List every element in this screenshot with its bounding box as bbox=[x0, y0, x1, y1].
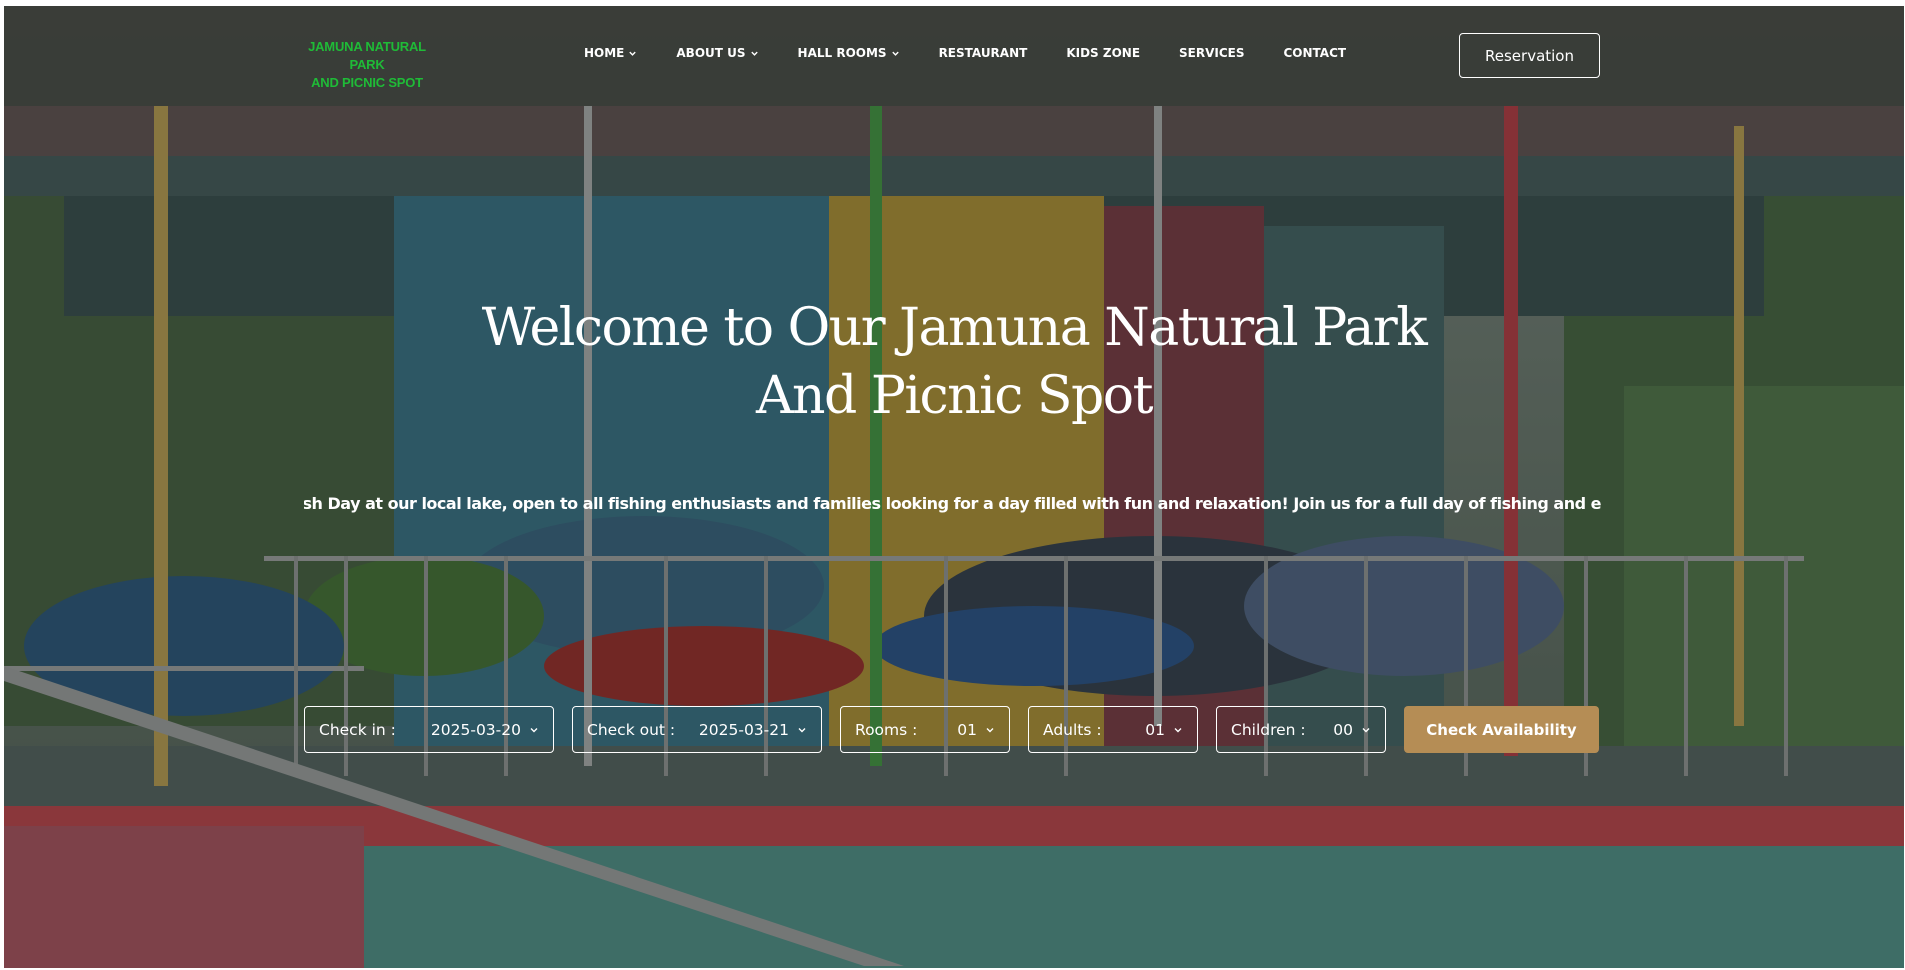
chevron-down-icon bbox=[529, 725, 539, 735]
nav-item-restaurant[interactable]: RESTAURANT bbox=[939, 46, 1028, 60]
rooms-value: 01 bbox=[957, 720, 977, 739]
nav-item-services[interactable]: SERVICES bbox=[1179, 46, 1244, 60]
chevron-down-icon bbox=[628, 49, 637, 58]
nav-item-label: HALL ROOMS bbox=[797, 46, 887, 60]
hero-title-line-1: Welcome to Our Jamuna Natural Park bbox=[481, 298, 1428, 358]
nav-item-label: CONTACT bbox=[1283, 46, 1347, 60]
check-availability-button[interactable]: Check Availability bbox=[1404, 706, 1599, 753]
logo-line-1: JAMUNA NATURAL PARK bbox=[308, 39, 426, 72]
nav-item-label: KIDS ZONE bbox=[1066, 46, 1141, 60]
children-select[interactable]: Children : 00 bbox=[1216, 706, 1386, 753]
ticker-text: tching Fish Day at our local lake, open … bbox=[304, 494, 1601, 513]
chevron-down-icon bbox=[797, 725, 807, 735]
nav-item-hall-rooms[interactable]: HALL ROOMS bbox=[798, 46, 900, 60]
adults-value: 01 bbox=[1145, 720, 1165, 739]
announcement-ticker: tching Fish Day at our local lake, open … bbox=[304, 490, 1601, 520]
adults-select[interactable]: Adults : 01 bbox=[1028, 706, 1198, 753]
chevron-down-icon bbox=[1361, 725, 1371, 735]
reservation-button[interactable]: Reservation bbox=[1459, 33, 1600, 78]
rooms-label: Rooms : bbox=[855, 720, 918, 739]
checkin-label: Check in : bbox=[319, 720, 396, 739]
checkin-select[interactable]: Check in : 2025-03-20 bbox=[304, 706, 554, 753]
nav-item-contact[interactable]: CONTACT bbox=[1284, 46, 1347, 60]
rooms-select[interactable]: Rooms : 01 bbox=[840, 706, 1010, 753]
page-frame: JAMUNA NATURAL PARK AND PICNIC SPOT HOME… bbox=[4, 6, 1904, 968]
chevron-down-icon bbox=[1173, 725, 1183, 735]
checkout-select[interactable]: Check out : 2025-03-21 bbox=[572, 706, 822, 753]
site-header: JAMUNA NATURAL PARK AND PICNIC SPOT HOME… bbox=[4, 6, 1904, 106]
children-value: 00 bbox=[1333, 720, 1353, 739]
chevron-down-icon bbox=[985, 725, 995, 735]
nav-item-kids-zone[interactable]: KIDS ZONE bbox=[1066, 46, 1140, 60]
nav-item-label: ABOUT US bbox=[676, 46, 746, 60]
booking-form: Check in : 2025-03-20 Check out : 2025-0… bbox=[304, 706, 1599, 753]
hero-title: Welcome to Our Jamuna Natural Park And P… bbox=[4, 294, 1904, 430]
hero-title-line-2: And Picnic Spot bbox=[756, 366, 1154, 426]
nav-item-about-us[interactable]: ABOUT US bbox=[676, 46, 758, 60]
checkout-label: Check out : bbox=[587, 720, 676, 739]
nav-item-label: RESTAURANT bbox=[938, 46, 1028, 60]
nav-item-home[interactable]: HOME bbox=[584, 46, 637, 60]
checkout-value: 2025-03-21 bbox=[698, 720, 789, 739]
chevron-down-icon bbox=[750, 49, 759, 58]
nav-item-label: HOME bbox=[584, 46, 625, 60]
nav-item-label: SERVICES bbox=[1179, 46, 1245, 60]
children-label: Children : bbox=[1231, 720, 1306, 739]
checkin-value: 2025-03-20 bbox=[430, 720, 521, 739]
site-logo[interactable]: JAMUNA NATURAL PARK AND PICNIC SPOT bbox=[297, 38, 437, 92]
chevron-down-icon bbox=[891, 49, 900, 58]
adults-label: Adults : bbox=[1043, 720, 1102, 739]
hero-overlay bbox=[4, 6, 1904, 968]
logo-line-2: AND PICNIC SPOT bbox=[311, 75, 423, 90]
main-nav: HOME ABOUT US HALL ROOMS RESTAURANT KIDS… bbox=[584, 46, 1385, 60]
